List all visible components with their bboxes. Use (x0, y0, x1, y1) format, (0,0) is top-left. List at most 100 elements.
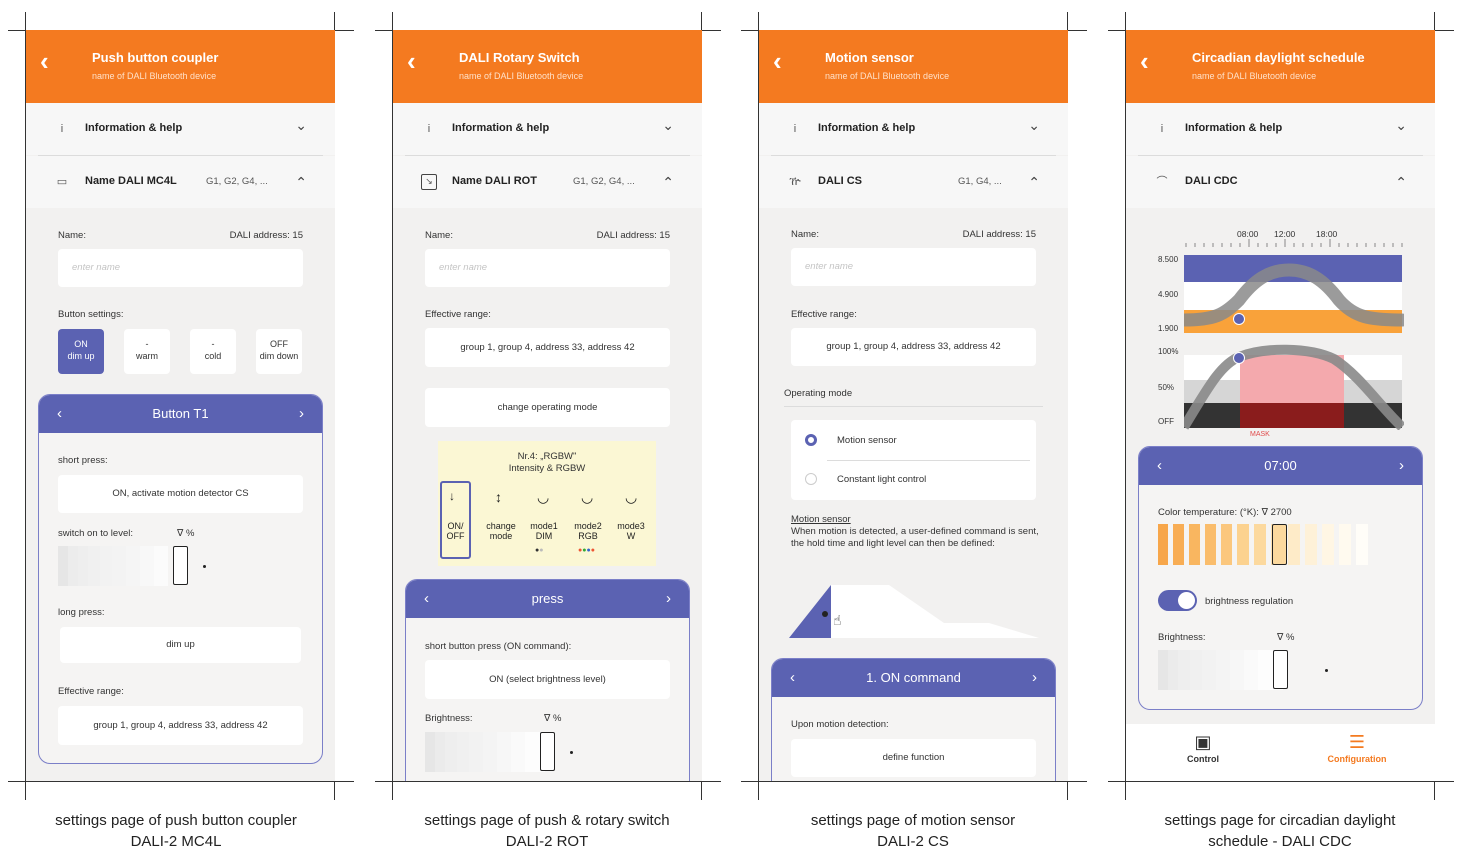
chevron-right-icon[interactable]: › (299, 395, 304, 433)
info-help-row[interactable]: i Information & help ⌄ (759, 103, 1068, 155)
long-press-field[interactable]: dim up (60, 627, 301, 663)
switch-level-label: switch on to level: (58, 528, 133, 539)
header-title: Motion sensor (825, 50, 914, 65)
motion-sensor-icon: ዅ (789, 176, 801, 188)
chevron-down-icon: ⌄ (295, 117, 307, 133)
sliders-icon: ☰ (1348, 732, 1366, 752)
mode-box: Nr.4: „RGBW" Intensity & RGBW ↓ ON/ OFF … (438, 441, 656, 566)
nav-control[interactable]: ▣ Control (1128, 730, 1278, 764)
chevron-left-icon[interactable]: ‹ (790, 659, 795, 697)
header-subtitle: name of DALI Bluetooth device (1192, 71, 1317, 81)
chevron-left-icon[interactable]: ‹ (57, 395, 62, 433)
mode-dim-dots: ●● (535, 547, 544, 554)
bottom-navigation: ▣ Control ☰ Configuration (1126, 724, 1435, 781)
device-row[interactable]: ↘ Name DALI ROT G1, G2, G4, ... ⌃ (393, 156, 702, 208)
chevron-right-icon[interactable]: › (1032, 659, 1037, 697)
brightness-slider[interactable] (425, 732, 545, 772)
mode-w-icon: ◡ (625, 489, 638, 505)
mode-rgb-dots: ●●●● (578, 547, 595, 554)
nav-configuration-label: Configuration (1327, 754, 1387, 764)
effective-range-field[interactable]: group 1, group 4, address 33, address 42 (58, 706, 303, 745)
name-input[interactable]: enter name (791, 248, 1036, 286)
brightness-slider-handle[interactable] (540, 732, 555, 771)
color-temp-handle[interactable] (1272, 524, 1287, 565)
back-arrow-icon[interactable]: ‹ (407, 48, 429, 74)
back-arrow-icon[interactable]: ‹ (1140, 48, 1162, 74)
caption-text: settings page of push button coupler DAL… (55, 812, 297, 850)
level-slider[interactable] (58, 546, 168, 586)
short-press-field[interactable]: ON, activate motion detector CS (58, 475, 303, 513)
info-help-label: Information & help (452, 122, 550, 134)
brightness-dot (570, 751, 573, 754)
chevron-right-icon[interactable]: › (666, 580, 671, 618)
short-button-label: short button press (ON command): (425, 641, 572, 652)
chevron-up-icon: ⌃ (295, 174, 307, 190)
app-header: ‹ Push button coupler name of DALI Bluet… (26, 30, 335, 103)
screen-circadian: ‹ Circadian daylight schedule name of DA… (1126, 30, 1435, 781)
device-row[interactable]: ▭ Name DALI MC4L G1, G2, G4, ... ⌃ (26, 156, 335, 208)
nav-configuration[interactable]: ☰ Configuration (1282, 730, 1432, 764)
long-press-label: long press: (58, 607, 105, 618)
mode-onoff-icon: ↓ (449, 489, 455, 503)
kelvin-1900: 1.900 (1158, 324, 1179, 333)
radio-constant-light[interactable] (805, 473, 817, 485)
brightness-slider-handle[interactable] (1273, 650, 1288, 689)
mode-onoff[interactable] (440, 481, 471, 559)
brightness-label: Brightness: (425, 713, 473, 724)
button-setting-off[interactable]: OFF dim down (256, 329, 302, 374)
button-setting-cold[interactable]: - cold (190, 329, 236, 374)
caption-1: settings page of push button coupler DAL… (16, 810, 336, 850)
radio-motion-sensor[interactable] (805, 434, 817, 446)
back-arrow-icon[interactable]: ‹ (773, 48, 795, 74)
change-mode-button[interactable]: change operating mode (425, 388, 670, 427)
back-arrow-icon[interactable]: ‹ (40, 48, 62, 74)
device-row[interactable]: ⌒ DALI CDC ⌃ (1126, 156, 1435, 208)
info-help-row[interactable]: i Information & help ⌄ (26, 103, 335, 155)
device-row[interactable]: ዅ DALI CS G1, G4, ... ⌃ (759, 156, 1068, 208)
circadian-schedule-chart[interactable] (1184, 255, 1404, 430)
mode-rgb-label[interactable]: mode2 RGB (570, 521, 606, 541)
divider (784, 406, 1043, 407)
divider (827, 460, 1030, 461)
info-help-label: Information & help (818, 122, 916, 134)
button-setting-warm[interactable]: - warm (124, 329, 170, 374)
device-name: Name DALI ROT (452, 175, 537, 187)
option-constant-light: Constant light control (837, 474, 927, 485)
panel-title: press (531, 591, 564, 606)
effective-range-field[interactable]: group 1, group 4, address 33, address 42 (791, 328, 1036, 366)
effective-range-label: Effective range: (425, 309, 491, 320)
panel-title: 07:00 (1264, 458, 1297, 473)
name-input[interactable]: enter name (425, 249, 670, 287)
short-button-field[interactable]: ON (select brightness level) (425, 660, 670, 699)
info-help-row[interactable]: i Information & help ⌄ (1126, 103, 1435, 155)
panel-title: Button T1 (152, 406, 209, 421)
chevron-left-icon[interactable]: ‹ (424, 580, 429, 618)
name-input[interactable]: enter name (58, 249, 303, 287)
info-help-row[interactable]: i Information & help ⌄ (393, 103, 702, 155)
chevron-right-icon[interactable]: › (1399, 447, 1404, 485)
define-function-button[interactable]: define function (791, 739, 1036, 777)
caption-4: settings page for circadian daylight sch… (1120, 810, 1440, 850)
brightness-dot (1325, 669, 1328, 672)
mode-rgb-icon: ◡ (581, 489, 594, 505)
mode-dim-label[interactable]: mode1 DIM (526, 521, 562, 541)
toggle-knob (1178, 592, 1195, 609)
effective-range-field[interactable]: group 1, group 4, address 33, address 42 (425, 328, 670, 367)
crop-mark (741, 781, 1087, 782)
mode-onoff-label: ON/ OFF (446, 521, 465, 541)
mode-change-label[interactable]: change mode (480, 521, 522, 541)
header-subtitle: name of DALI Bluetooth device (92, 71, 217, 81)
crop-mark (375, 781, 721, 782)
level-slider-handle[interactable] (173, 546, 188, 585)
operating-mode-label: Operating mode (784, 388, 853, 399)
brightness-slider[interactable] (1158, 650, 1283, 690)
caption-text: settings page of motion sensor DALI-2 CS (810, 812, 1016, 850)
chevron-left-icon[interactable]: ‹ (1157, 447, 1162, 485)
button-setting-on[interactable]: ON dim up (58, 329, 104, 374)
header-subtitle: name of DALI Bluetooth device (459, 71, 584, 81)
header-title: Circadian daylight schedule (1192, 50, 1365, 65)
info-help-label: Information & help (85, 122, 183, 134)
brightness-toggle[interactable] (1158, 590, 1197, 611)
dali-address: DALI address: 15 (596, 230, 670, 241)
mode-w-label[interactable]: mode3 W (613, 521, 649, 541)
